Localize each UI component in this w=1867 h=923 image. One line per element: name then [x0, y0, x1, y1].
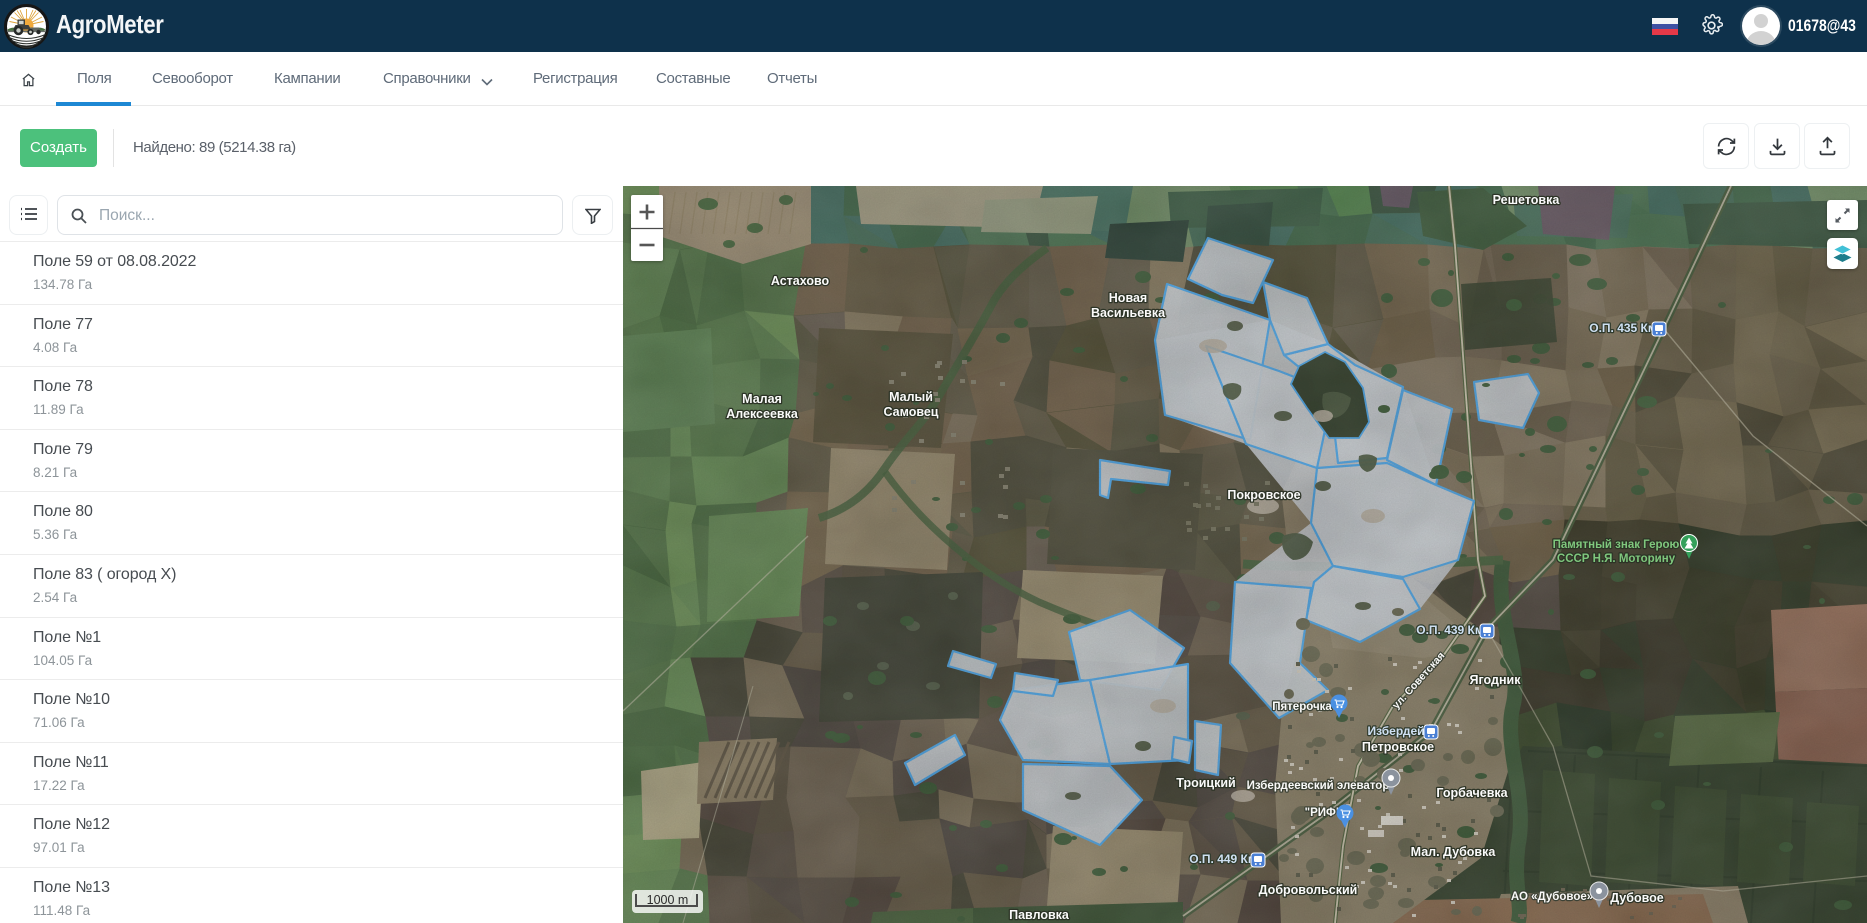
svg-text:Решетовка: Решетовка — [1493, 193, 1561, 207]
svg-text:Малый: Малый — [889, 390, 933, 404]
svg-text:Алексеевка: Алексеевка — [726, 407, 799, 421]
svg-text:Павловка: Павловка — [1009, 908, 1070, 922]
svg-text:АО «Дубовое»: АО «Дубовое» — [1511, 891, 1593, 903]
svg-text:Избердеевский элеватор: Избердеевский элеватор — [1247, 780, 1390, 792]
svg-text:Васильевка: Васильевка — [1091, 306, 1166, 320]
svg-text:Памятный знак Герою: Памятный знак Герою — [1553, 539, 1680, 551]
svg-text:О.П. 449 Км: О.П. 449 Км — [1189, 852, 1257, 866]
svg-text:Ягодник: Ягодник — [1470, 673, 1522, 687]
svg-text:Петровское: Петровское — [1362, 740, 1434, 754]
svg-text:О.П. 435 Км: О.П. 435 Км — [1589, 321, 1657, 335]
svg-text:Покровское: Покровское — [1227, 488, 1300, 502]
svg-text:"РИФ": "РИФ" — [1305, 807, 1342, 819]
svg-text:Самовец: Самовец — [883, 405, 938, 419]
svg-text:Новая: Новая — [1109, 291, 1147, 305]
svg-text:Горбачевка: Горбачевка — [1436, 786, 1508, 800]
svg-text:Малая: Малая — [742, 392, 782, 406]
svg-text:Добровольский: Добровольский — [1259, 883, 1358, 897]
svg-text:О.П. 439 Км: О.П. 439 Км — [1416, 623, 1484, 637]
svg-text:Избердей: Избердей — [1367, 724, 1424, 738]
svg-text:СССР Н.Я. Моторину: СССР Н.Я. Моторину — [1557, 553, 1676, 565]
svg-text:Астахово: Астахово — [771, 274, 830, 288]
svg-text:Мал. Дубовка: Мал. Дубовка — [1411, 845, 1497, 859]
svg-text:Пятерочка: Пятерочка — [1272, 701, 1332, 713]
svg-text:Троицкий: Троицкий — [1176, 776, 1235, 790]
svg-text:Дубовое: Дубовое — [1610, 891, 1664, 905]
